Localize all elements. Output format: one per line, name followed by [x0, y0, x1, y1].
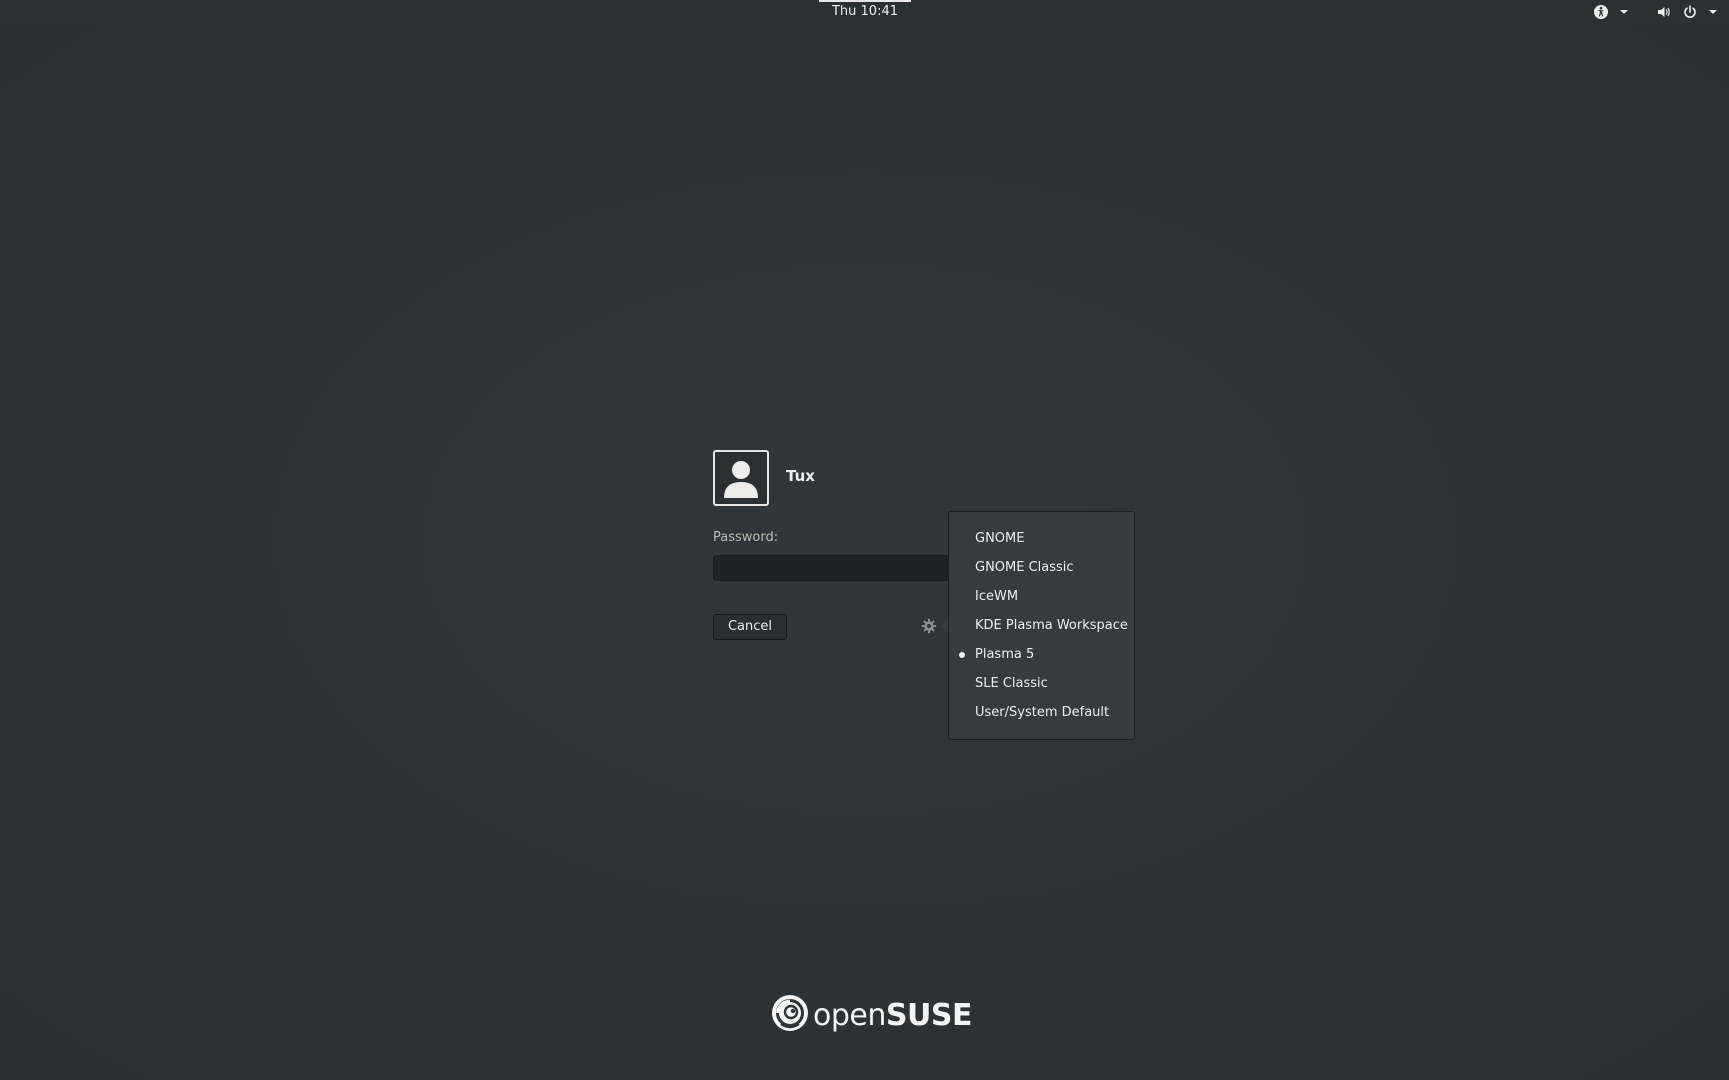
user-icon: [715, 461, 767, 504]
session-item-gnome-classic[interactable]: GNOME Classic: [949, 553, 1134, 582]
session-item-label: GNOME Classic: [975, 560, 1074, 575]
session-item-kde-plasma-workspace[interactable]: KDE Plasma Workspace: [949, 611, 1134, 640]
chevron-down-icon: [1619, 7, 1629, 17]
logo-word-open: open: [813, 997, 886, 1033]
logo-wordmark: openSUSE: [813, 998, 972, 1033]
session-item-label: User/System Default: [975, 705, 1110, 720]
session-item-plasma-5[interactable]: Plasma 5: [949, 640, 1134, 669]
clock-button[interactable]: Thu 10:41: [819, 0, 911, 24]
session-item-label: SLE Classic: [975, 676, 1048, 691]
accessibility-menu[interactable]: [1593, 0, 1629, 24]
power-icon: [1682, 4, 1698, 20]
session-item-label: GNOME: [975, 531, 1025, 546]
password-field[interactable]: [713, 555, 949, 581]
session-menu: GNOME GNOME Classic IceWM KDE Plasma Wor…: [948, 511, 1135, 740]
session-item-user-system-default[interactable]: User/System Default: [949, 698, 1134, 727]
logo-word-suse: SUSE: [885, 997, 973, 1033]
gear-icon[interactable]: [921, 618, 937, 634]
accessibility-icon: [1593, 4, 1609, 20]
opensuse-logo: openSUSE: [771, 995, 972, 1035]
session-item-label: Plasma 5: [975, 647, 1035, 662]
session-item-label: KDE Plasma Workspace: [975, 618, 1128, 633]
session-item-icewm[interactable]: IceWM: [949, 582, 1134, 611]
login-screen: Thu 10:41 Tux Password: Cancel GNOME GNO…: [0, 0, 1729, 1080]
clock-label: Thu 10:41: [831, 4, 898, 19]
user-name: Tux: [786, 467, 815, 485]
cancel-button[interactable]: Cancel: [713, 614, 787, 640]
avatar: [713, 450, 769, 506]
chameleon-logo-icon: [771, 994, 809, 1036]
session-item-sle-classic[interactable]: SLE Classic: [949, 669, 1134, 698]
session-item-gnome[interactable]: GNOME: [949, 524, 1134, 553]
selected-dot-icon: [959, 652, 965, 658]
password-label: Password:: [713, 530, 779, 545]
session-item-label: IceWM: [975, 589, 1019, 604]
volume-icon: [1656, 4, 1672, 20]
chevron-down-icon: [1708, 7, 1718, 17]
system-menu[interactable]: [1656, 0, 1718, 24]
top-bar: Thu 10:41: [0, 0, 1729, 24]
